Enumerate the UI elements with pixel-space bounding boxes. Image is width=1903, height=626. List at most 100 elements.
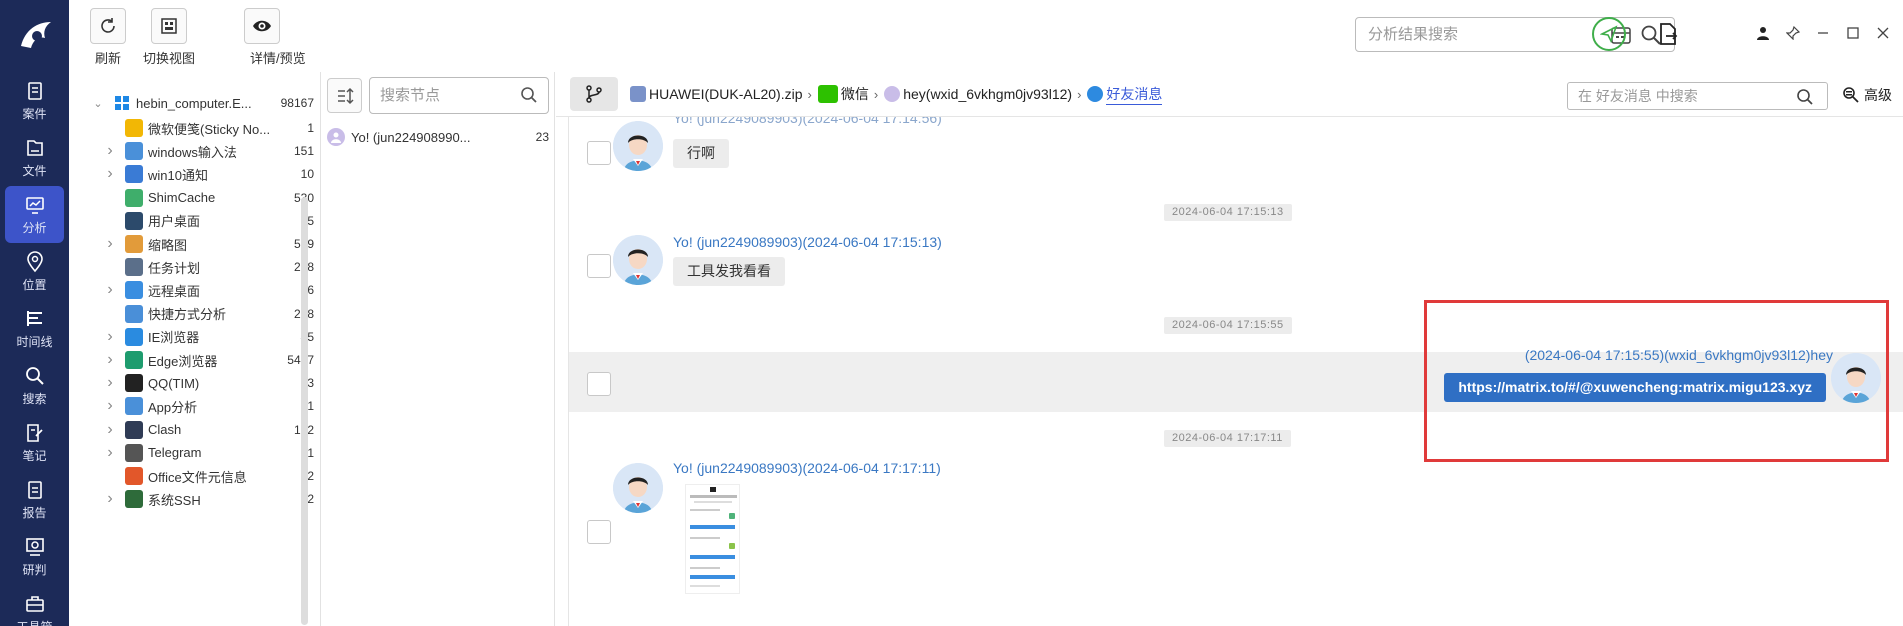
chevron-right-icon[interactable]: › <box>103 142 117 160</box>
rail-item-location[interactable]: 位置 <box>0 243 69 300</box>
avatar <box>613 121 663 171</box>
analysis-search-box <box>1355 17 1675 52</box>
wechat-icon <box>817 85 838 103</box>
breadcrumb-wechat-label: 微信 <box>840 86 869 102</box>
node-search-input[interactable] <box>380 78 520 113</box>
tree-item-label: ShimCache <box>148 190 216 206</box>
timestamp-divider: 2024-06-04 17:15:13 <box>1164 204 1292 221</box>
tree-item-count: 218 <box>274 260 314 274</box>
desktop-icon <box>125 211 143 230</box>
rail-item-note[interactable]: 笔记 <box>0 414 69 471</box>
message-search-input[interactable] <box>1578 83 1788 109</box>
judge-icon <box>25 537 44 556</box>
analysis-search-input[interactable] <box>1368 18 1608 51</box>
avatar <box>613 463 663 513</box>
rail-item-search[interactable]: 搜索 <box>0 357 69 414</box>
branch-button[interactable] <box>570 77 618 111</box>
branch-icon <box>586 85 602 103</box>
message-checkbox[interactable] <box>587 254 611 278</box>
windows-icon <box>113 94 131 112</box>
chevron-right-icon[interactable]: › <box>103 351 117 369</box>
breadcrumb-friend-messages[interactable]: 好友消息 <box>1087 84 1163 105</box>
chevron-right-icon[interactable]: › <box>103 374 117 392</box>
pin-icon[interactable] <box>1782 22 1804 44</box>
export-icon[interactable] <box>1657 22 1679 49</box>
chevron-right-icon[interactable]: › <box>103 281 117 299</box>
clash-icon <box>125 420 143 439</box>
breadcrumb-wechat[interactable]: 微信 <box>817 84 869 104</box>
detail-preview-label: 详情/预览 <box>250 51 306 66</box>
detail-preview-button[interactable]: 详情/预览 <box>182 8 306 67</box>
message-checkbox[interactable] <box>587 141 611 165</box>
tree-item-label: Telegram <box>148 445 202 461</box>
message-checkbox[interactable] <box>587 372 611 396</box>
chevron-right-icon[interactable]: › <box>103 490 117 508</box>
message-sender: Yo! (jun2249089903)(2024-06-04 17:14:56) <box>673 117 942 126</box>
breadcrumb: HUAWEI(DUK-AL20).zip › 微信 › hey(wxid_6vk… <box>556 72 1903 117</box>
tree-item-count: 529 <box>274 237 314 251</box>
user-icon[interactable] <box>1752 22 1774 44</box>
tree-item-count: 3 <box>307 376 314 391</box>
tree-item-label: 用户桌面 <box>148 214 201 230</box>
maximize-icon[interactable] <box>1842 22 1864 44</box>
chevron-right-icon[interactable]: › <box>103 235 117 253</box>
shimcache-icon <box>125 188 143 207</box>
rail-item-label: 分析 <box>22 220 47 235</box>
breadcrumb-zip-label: HUAWEI(DUK-AL20).zip <box>649 86 803 102</box>
tree-item-label: win10通知 <box>148 167 208 183</box>
qq-icon <box>125 374 143 393</box>
chevron-right-icon: › <box>807 86 812 102</box>
chevron-down-icon[interactable]: ⌄ <box>91 97 105 110</box>
chevron-right-icon[interactable]: › <box>103 444 117 462</box>
tree-root[interactable]: ⌄ hebin_computer.E... 98167 <box>69 89 314 117</box>
chevron-right-icon[interactable]: › <box>103 397 117 415</box>
rail-item-label: 报告 <box>22 505 47 520</box>
tree-item-count: 5 <box>307 213 314 228</box>
rail-item-analysis[interactable]: 分析 <box>5 186 64 243</box>
breadcrumb-zip[interactable]: HUAWEI(DUK-AL20).zip <box>630 86 803 102</box>
tree-item-label: windows输入法 <box>148 144 237 160</box>
search-icon[interactable] <box>520 86 538 107</box>
node-list-item[interactable]: Yo! (jun224908990... 23 <box>327 122 549 152</box>
chevron-right-icon[interactable]: › <box>103 165 117 183</box>
breadcrumb-contact-label: hey(wxid_6vkhgm0jv93l12) <box>903 86 1073 102</box>
message-checkbox[interactable] <box>587 520 611 544</box>
tree-item[interactable]: › 系统SSH 2 <box>69 485 314 513</box>
ssh-icon <box>125 490 143 509</box>
rail-item-report[interactable]: 报告 <box>0 471 69 528</box>
message-bubble: 行啊 <box>673 139 729 168</box>
advanced-search-button[interactable]: 高级 <box>1842 85 1892 105</box>
close-icon[interactable] <box>1872 22 1894 44</box>
chevron-right-icon[interactable]: › <box>103 328 117 346</box>
breadcrumb-contact[interactable]: hey(wxid_6vkhgm0jv93l12) <box>884 86 1072 102</box>
timeline-icon <box>26 310 42 326</box>
send-status-icon[interactable] <box>1592 17 1626 51</box>
keyboard-icon <box>125 142 143 161</box>
tree-item-count: 1 <box>307 445 314 460</box>
remote-desktop-icon <box>125 281 143 300</box>
refresh-button[interactable]: 刷新 <box>90 8 126 67</box>
chevron-right-icon[interactable]: › <box>103 421 117 439</box>
notification-icon <box>125 165 143 184</box>
rail-item-file[interactable]: 文件 <box>0 129 69 186</box>
rail-item-toolbox[interactable]: 工具箱 <box>0 585 69 626</box>
avatar <box>613 235 663 285</box>
rail-item-label: 工具箱 <box>16 618 52 626</box>
rail-item-timeline[interactable]: 时间线 <box>0 300 69 357</box>
tree-item-label: 微软便笺(Sticky No... <box>148 121 271 137</box>
sort-button[interactable] <box>327 78 362 113</box>
search-icon[interactable] <box>1796 88 1814 109</box>
chevron-right-icon: › <box>873 86 879 102</box>
tree-root-label: hebin_computer.E... <box>136 95 252 111</box>
node-search-box <box>369 77 549 114</box>
tree-scrollbar[interactable] <box>301 197 308 625</box>
minimize-icon[interactable] <box>1812 22 1834 44</box>
tree-item-count: 6 <box>307 283 314 298</box>
rail-item-case[interactable]: 案件 <box>0 72 69 129</box>
message-image-thumbnail[interactable] <box>685 484 740 594</box>
tree-item-label: Office文件元信息 <box>148 469 247 485</box>
rail-item-judge[interactable]: 研判 <box>0 528 69 585</box>
refresh-icon <box>90 8 126 44</box>
search-icon <box>25 366 44 385</box>
tree-item-count: 530 <box>274 191 314 205</box>
